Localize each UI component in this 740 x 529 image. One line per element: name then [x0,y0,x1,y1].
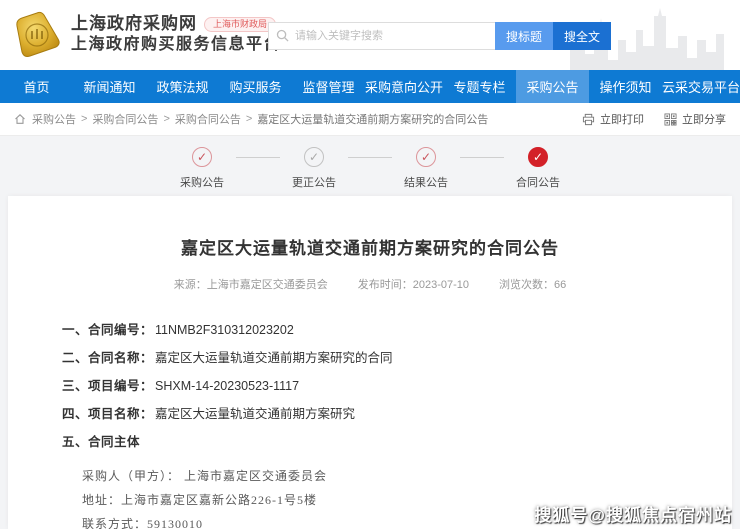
nav-item-home[interactable]: 首页 [0,70,73,103]
article-meta: 来源：上海市嘉定区交通委员会 发布时间：2023-07-10 浏览次数：66 [8,276,732,292]
breadcrumb-item[interactable]: 采购合同公告 [175,111,241,127]
step-check-icon: ✓ [304,147,324,167]
field-value: 11NMB2F310312023202 [155,323,294,337]
nav-item-intention-disclosure[interactable]: 采购意向公开 [365,70,443,103]
site-subtitle: 上海政府购买服务信息平台 [71,35,281,55]
authority-badge: 上海市财政局 [204,17,276,32]
nav-item-special-columns[interactable]: 专题专栏 [443,70,516,103]
nav-item-supervision[interactable]: 监督管理 [292,70,365,103]
contract-name-row: 二、合同名称：嘉定区大运量轨道交通前期方案研究的合同 [62,352,732,365]
sohu-watermark: 搜狐号@搜狐焦点宿州站 [534,501,732,526]
step-procurement-announcement[interactable]: ✓ 采购公告 [172,147,232,190]
field-label: 三、项目编号： [62,379,153,393]
field-value: 嘉定区大运量轨道交通前期方案研究 [155,407,355,421]
step-check-icon: ✓ [416,147,436,167]
search-input[interactable] [268,22,495,50]
nav-item-purchase-service[interactable]: 购买服务 [219,70,292,103]
site-header: 上海政府采购网上海市财政局 上海政府购买服务信息平台 搜标题 搜全文 [0,0,740,70]
nav-item-news[interactable]: 新闻通知 [73,70,146,103]
site-logo-icon [14,10,62,58]
article-view-count: 浏览次数：66 [499,276,566,292]
search-fulltext-button[interactable]: 搜全文 [553,22,611,50]
step-connector [460,157,504,158]
search-icon [276,29,289,42]
breadcrumb-bar: 采购公告 > 采购合同公告 > 采购合同公告 > 嘉定区大运量轨道交通前期方案研… [0,103,740,136]
step-connector [348,157,392,158]
step-label: 合同公告 [516,174,560,190]
field-label: 四、项目名称： [62,407,153,421]
contract-parties-heading: 五、合同主体 [62,436,732,449]
share-button[interactable]: 立即分享 [664,111,726,127]
breadcrumb-separator: > [163,113,169,125]
field-value: SHXM-14-20230523-1117 [155,379,299,393]
site-title: 上海政府采购网 [71,14,197,33]
contract-number-row: 一、合同编号：11NMB2F310312023202 [62,324,732,337]
step-check-icon: ✓ [528,147,548,167]
qr-code-icon [664,113,677,126]
site-brand[interactable]: 上海政府采购网上海市财政局 上海政府购买服务信息平台 [14,10,281,58]
project-number-row: 三、项目编号：SHXM-14-20230523-1117 [62,380,732,393]
article-title: 嘉定区大运量轨道交通前期方案研究的合同公告 [8,234,732,259]
nav-item-policy[interactable]: 政策法规 [146,70,219,103]
breadcrumb-item[interactable]: 采购合同公告 [92,111,158,127]
step-label: 更正公告 [292,174,336,190]
breadcrumb-item[interactable]: 采购公告 [32,111,76,127]
printer-icon [582,113,595,126]
nav-item-announcements[interactable]: 采购公告 [516,70,589,103]
field-label: 二、合同名称： [62,351,153,365]
step-connector [236,157,280,158]
article-publish-date: 发布时间：2023-07-10 [358,276,469,292]
step-check-icon: ✓ [192,147,212,167]
print-label: 立即打印 [600,111,644,127]
article-card: 嘉定区大运量轨道交通前期方案研究的合同公告 来源：上海市嘉定区交通委员会 发布时… [8,196,732,529]
page-actions: 立即打印 立即分享 [582,111,726,127]
step-correction-announcement[interactable]: ✓ 更正公告 [284,147,344,190]
step-contract-announcement[interactable]: ✓ 合同公告 [508,147,568,190]
breadcrumb-separator: > [81,113,87,125]
field-value: 嘉定区大运量轨道交通前期方案研究的合同 [155,351,393,365]
field-label: 一、合同编号： [62,323,153,337]
nav-item-instructions[interactable]: 操作须知 [589,70,662,103]
purchaser-line: 采购人（甲方）： 上海市嘉定区交通委员会 [82,470,732,482]
search-title-button[interactable]: 搜标题 [495,22,553,50]
project-name-row: 四、项目名称：嘉定区大运量轨道交通前期方案研究 [62,408,732,421]
share-label: 立即分享 [682,111,726,127]
breadcrumb-separator: > [246,113,252,125]
article-body: 一、合同编号：11NMB2F310312023202 二、合同名称：嘉定区大运量… [62,324,732,449]
search-bar: 搜标题 搜全文 [268,22,611,50]
main-nav: 首页 新闻通知 政策法规 购买服务 监督管理 采购意向公开 专题专栏 采购公告 … [0,70,740,103]
print-button[interactable]: 立即打印 [582,111,644,127]
article-source: 来源：上海市嘉定区交通委员会 [174,276,328,292]
site-titles: 上海政府采购网上海市财政局 上海政府购买服务信息平台 [71,13,281,55]
step-label: 结果公告 [404,174,448,190]
home-icon[interactable] [14,113,26,125]
field-label: 五、合同主体 [62,435,140,449]
nav-item-cloud-trading[interactable]: 云采交易平台 [662,70,740,103]
step-label: 采购公告 [180,174,224,190]
step-result-announcement[interactable]: ✓ 结果公告 [396,147,456,190]
page: 上海政府采购网上海市财政局 上海政府购买服务信息平台 搜标题 搜全文 首页 新闻… [0,0,740,529]
breadcrumb-current: 嘉定区大运量轨道交通前期方案研究的合同公告 [257,111,488,127]
